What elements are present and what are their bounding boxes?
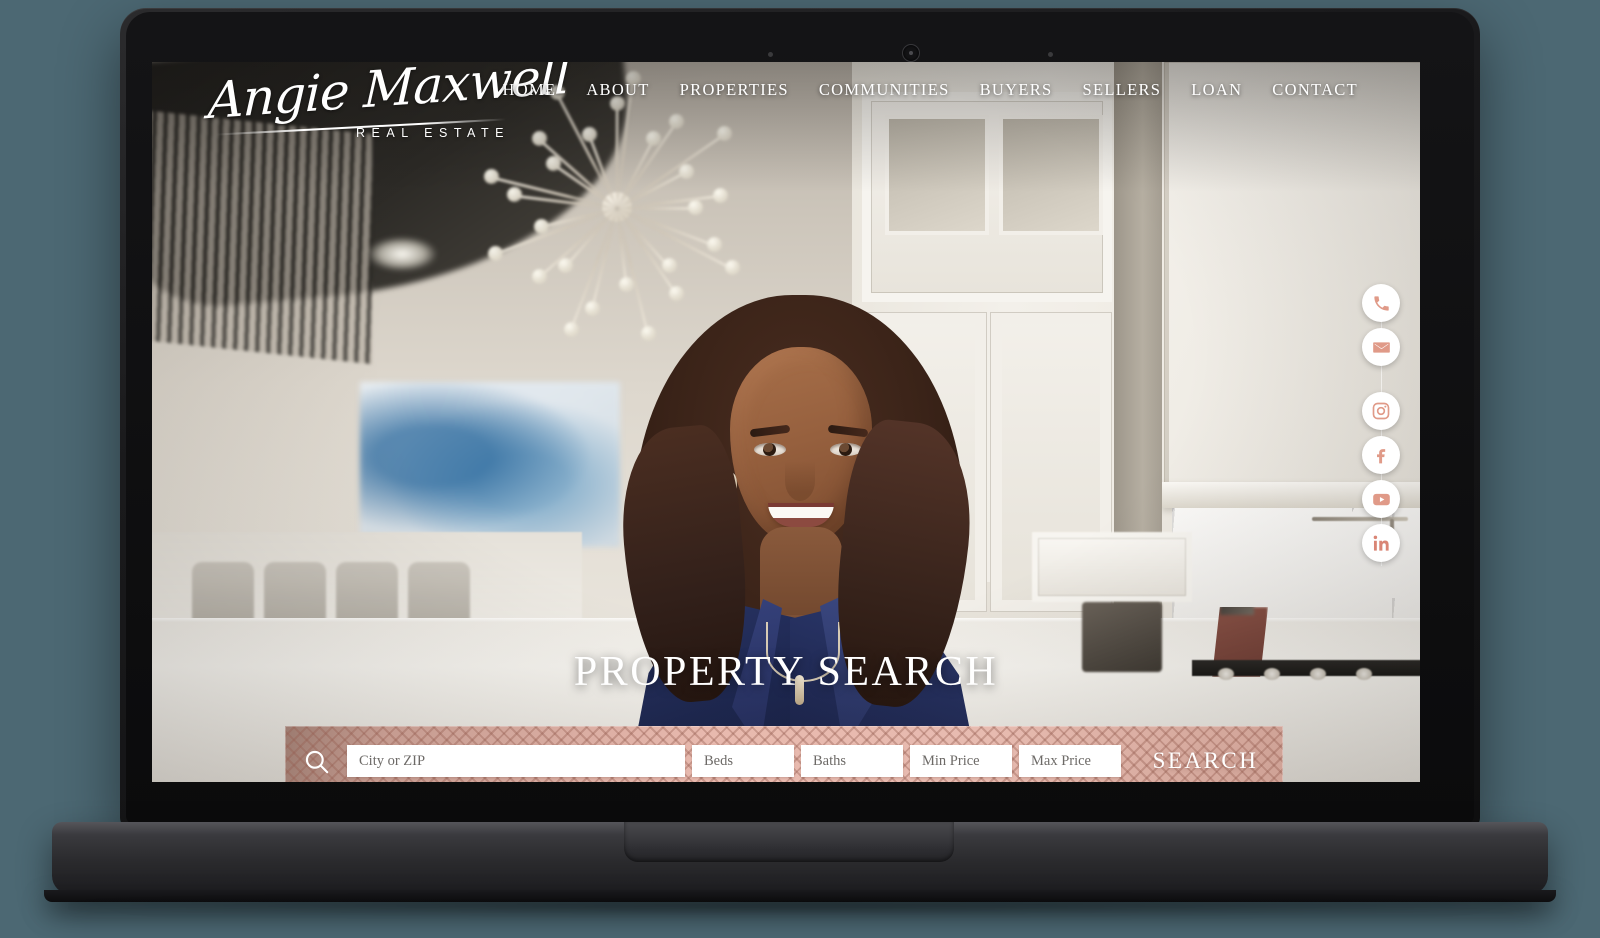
baths-placeholder: Baths: [813, 752, 847, 769]
nav-item-sellers[interactable]: SELLERS: [1082, 80, 1161, 100]
logo-subtitle: REAL ESTATE: [356, 126, 510, 140]
search-select-baths[interactable]: Baths: [801, 745, 903, 777]
nav-item-home[interactable]: HOME: [503, 80, 557, 100]
search-select-min-price[interactable]: Min Price: [910, 745, 1012, 777]
site-header: Angie Maxwell REAL ESTATE HOME ABOUT PRO…: [152, 62, 1420, 172]
search-input-city[interactable]: City or ZIP: [347, 745, 685, 777]
facebook-icon[interactable]: [1362, 436, 1400, 474]
laptop-mockup: Angie Maxwell REAL ESTATE HOME ABOUT PRO…: [0, 0, 1600, 938]
nav-item-about[interactable]: ABOUT: [586, 80, 649, 100]
sensor-dot-left: [768, 52, 773, 57]
max-price-placeholder: Max Price: [1031, 752, 1091, 769]
search-icon[interactable]: [285, 748, 347, 775]
search-select-max-price[interactable]: Max Price: [1019, 745, 1121, 777]
email-icon[interactable]: [1362, 328, 1400, 366]
nav-item-contact[interactable]: CONTACT: [1272, 80, 1358, 100]
city-placeholder: City or ZIP: [359, 752, 426, 769]
nav-item-communities[interactable]: COMMUNITIES: [819, 80, 950, 100]
search-button[interactable]: SEARCH: [1128, 748, 1283, 774]
camera-icon: [902, 44, 920, 62]
site-logo[interactable]: Angie Maxwell REAL ESTATE: [207, 62, 571, 166]
instagram-icon[interactable]: [1362, 392, 1400, 430]
beds-placeholder: Beds: [704, 752, 733, 769]
social-rail: [1358, 284, 1404, 566]
min-price-placeholder: Min Price: [922, 752, 980, 769]
phone-icon[interactable]: [1362, 284, 1400, 322]
sensor-dot-right: [1048, 52, 1053, 57]
screen: Angie Maxwell REAL ESTATE HOME ABOUT PRO…: [152, 62, 1420, 782]
laptop-shadow: [60, 898, 1540, 914]
main-navigation: HOME ABOUT PROPERTIES COMMUNITIES BUYERS…: [503, 80, 1358, 100]
nav-item-buyers[interactable]: BUYERS: [980, 80, 1053, 100]
nav-item-properties[interactable]: PROPERTIES: [680, 80, 789, 100]
youtube-icon[interactable]: [1362, 480, 1400, 518]
linkedin-icon[interactable]: [1362, 524, 1400, 562]
page-title: PROPERTY SEARCH: [573, 649, 999, 695]
nav-item-loan[interactable]: LOAN: [1191, 80, 1242, 100]
laptop-base-notch: [624, 822, 954, 862]
property-search-bar: City or ZIP Beds Baths Min Price Max Pri…: [285, 726, 1283, 782]
search-select-beds[interactable]: Beds: [692, 745, 794, 777]
